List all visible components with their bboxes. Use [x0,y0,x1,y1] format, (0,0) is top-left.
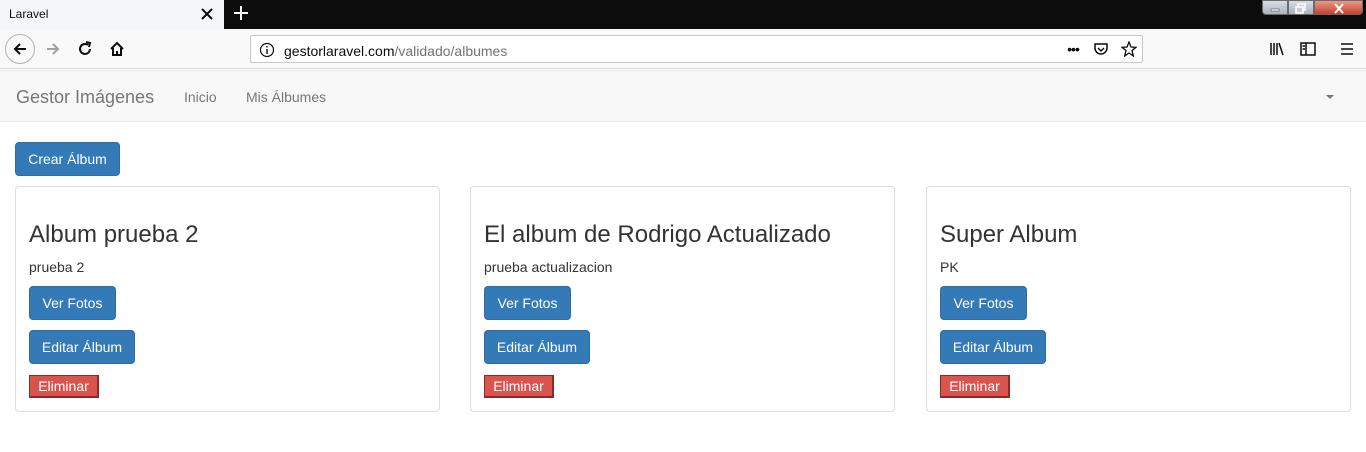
delete-album-button[interactable]: Eliminar [940,375,1010,398]
album-card: Super Album PK Ver Fotos Editar Álbum El… [926,186,1351,412]
home-icon[interactable] [103,35,131,63]
album-title: Album prueba 2 [29,221,199,248]
app-navbar: Gestor Imágenes Inicio Mis Álbumes [0,70,1366,122]
create-album-button[interactable]: Crear Álbum [15,142,120,176]
tab-title: Laravel [9,7,49,21]
brand-link[interactable]: Gestor Imágenes [16,87,154,108]
album-description: prueba 2 [29,259,85,275]
album-card: El album de Rodrigo Actualizado prueba a… [470,186,895,412]
url-domain: gestorlaravel.com [284,43,395,59]
library-icon[interactable] [1263,35,1291,63]
browser-tab-bar: Laravel [0,0,1366,29]
window-minimize-button[interactable] [1262,0,1288,15]
url-text[interactable]: gestorlaravel.com/validado/albumes [284,43,507,59]
url-bar[interactable]: gestorlaravel.com/validado/albumes ••• [250,35,1143,63]
nav-link-inicio[interactable]: Inicio [184,89,217,105]
album-description: prueba actualizacion [484,259,613,275]
edit-album-button[interactable]: Editar Álbum [940,330,1046,364]
forward-icon[interactable] [39,35,67,63]
back-icon[interactable] [5,34,35,64]
edit-album-button[interactable]: Editar Álbum [484,330,590,364]
bookmark-star-icon[interactable] [1120,40,1138,58]
album-title: El album de Rodrigo Actualizado [484,221,831,248]
album-title: Super Album [940,221,1078,248]
browser-toolbar: gestorlaravel.com/validado/albumes ••• [0,29,1366,69]
album-description: PK [940,259,959,275]
url-path: /validado/albumes [394,43,508,59]
tab-close-icon[interactable] [198,4,216,24]
reload-icon[interactable] [71,35,99,63]
dropdown-caret-icon[interactable] [1326,95,1334,99]
new-tab-icon[interactable] [230,2,252,24]
site-info-icon[interactable] [259,42,275,63]
view-photos-button[interactable]: Ver Fotos [940,286,1027,320]
delete-album-button[interactable]: Eliminar [29,375,99,398]
window-maximize-button[interactable] [1288,0,1314,15]
browser-tab[interactable]: Laravel [0,0,224,29]
sidebar-icon[interactable] [1294,35,1322,63]
edit-album-button[interactable]: Editar Álbum [29,330,135,364]
album-card: Album prueba 2 prueba 2 Ver Fotos Editar… [15,186,440,412]
page-actions-icon[interactable]: ••• [1064,40,1082,58]
nav-link-mis-albumes[interactable]: Mis Álbumes [246,89,326,105]
pocket-icon[interactable] [1092,40,1110,58]
menu-icon[interactable] [1333,35,1361,63]
view-photos-button[interactable]: Ver Fotos [484,286,571,320]
view-photos-button[interactable]: Ver Fotos [29,286,116,320]
window-close-button[interactable] [1314,0,1363,15]
delete-album-button[interactable]: Eliminar [484,375,554,398]
